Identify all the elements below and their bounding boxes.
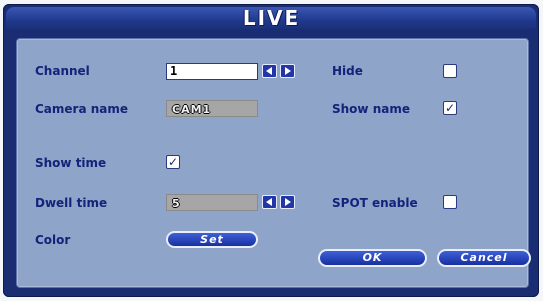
channel-increment-button[interactable] bbox=[280, 64, 295, 78]
channel-field[interactable]: 1 bbox=[166, 63, 258, 80]
channel-decrement-button[interactable] bbox=[262, 64, 277, 78]
hide-label: Hide bbox=[332, 64, 363, 78]
camera-name-label: Camera name bbox=[35, 102, 129, 116]
ok-button[interactable]: OK bbox=[318, 249, 427, 267]
color-label: Color bbox=[35, 233, 71, 247]
spot-enable-checkbox[interactable] bbox=[443, 195, 457, 209]
channel-label: Channel bbox=[35, 64, 90, 78]
dwell-time-label: Dwell time bbox=[35, 196, 108, 210]
checkmark-icon: ✓ bbox=[445, 101, 456, 115]
triangle-left-icon bbox=[266, 198, 272, 206]
show-time-label: Show time bbox=[35, 156, 107, 170]
cancel-button[interactable]: Cancel bbox=[437, 249, 531, 267]
triangle-right-icon bbox=[285, 198, 291, 206]
color-set-button[interactable]: Set bbox=[166, 231, 258, 248]
show-time-checkbox[interactable]: ✓ bbox=[166, 155, 180, 169]
dwell-time-field[interactable]: 5 bbox=[166, 194, 258, 211]
dialog-title: LIVE bbox=[242, 6, 301, 30]
dwell-time-decrement-button[interactable] bbox=[262, 195, 277, 209]
dwell-time-value: 5 bbox=[172, 197, 181, 210]
hide-checkbox[interactable] bbox=[443, 64, 457, 78]
camera-name-value: CAM1 bbox=[172, 103, 212, 116]
dwell-time-increment-button[interactable] bbox=[280, 195, 295, 209]
triangle-right-icon bbox=[285, 67, 291, 75]
show-name-checkbox[interactable]: ✓ bbox=[443, 101, 457, 115]
camera-name-field[interactable]: CAM1 bbox=[166, 100, 258, 117]
show-name-label: Show name bbox=[332, 102, 410, 116]
checkmark-icon: ✓ bbox=[168, 155, 179, 169]
triangle-left-icon bbox=[266, 67, 272, 75]
spot-enable-label: SPOT enable bbox=[332, 196, 418, 210]
